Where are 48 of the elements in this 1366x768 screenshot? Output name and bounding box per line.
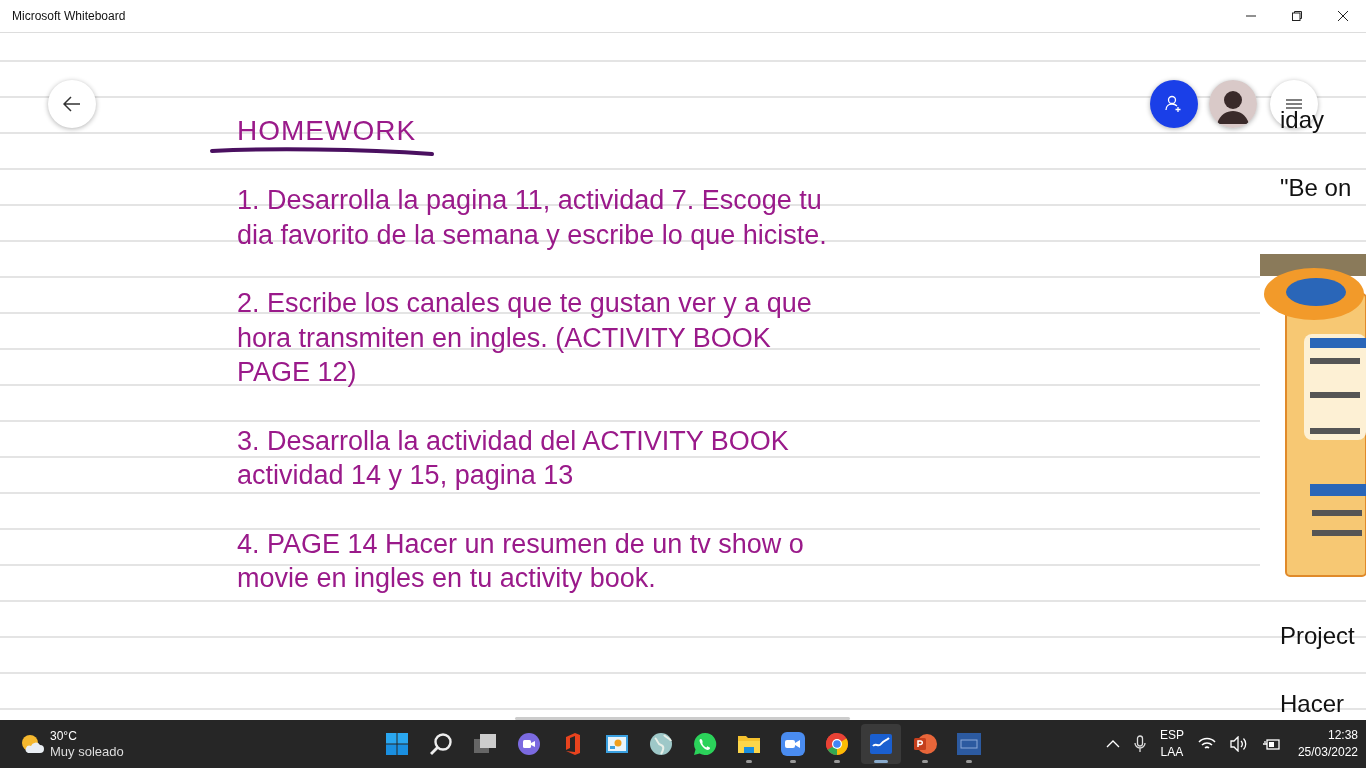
handwritten-text: Hacer xyxy=(1280,690,1345,718)
handwritten-text: Project xyxy=(1280,622,1355,650)
chevron-up-icon[interactable] xyxy=(1105,739,1120,749)
globe-icon xyxy=(649,732,673,756)
close-icon xyxy=(1337,10,1349,22)
task-view-icon xyxy=(473,732,497,756)
running-indicator xyxy=(834,760,840,763)
back-arrow-icon xyxy=(63,96,81,112)
handwritten-text: iday xyxy=(1280,106,1325,134)
browser-icon xyxy=(825,732,849,756)
slides-icon xyxy=(913,732,937,756)
battery-icon[interactable] xyxy=(1261,737,1280,751)
running-indicator xyxy=(746,760,752,763)
clock[interactable]: 12:38 25/03/2022 xyxy=(1297,727,1358,761)
wifi-icon[interactable] xyxy=(1197,737,1216,751)
handwritten-text: 2. Escribe los canales que te gustan ver y a que hora transmiten en ingles. (ACTIVITY BOOK PAGE 12) xyxy=(237,287,813,389)
presentation-icon xyxy=(605,732,629,756)
weather-icon[interactable] xyxy=(20,733,44,755)
invite-button[interactable] xyxy=(1150,80,1198,128)
avatar-button[interactable] xyxy=(1209,80,1257,128)
handwritten-text: "Be on xyxy=(1280,174,1352,202)
window-title: Microsoft Whiteboard xyxy=(12,9,126,23)
video-chat-icon xyxy=(517,732,541,756)
menu-icon xyxy=(1286,98,1302,110)
search-icon xyxy=(429,732,453,756)
running-indicator xyxy=(790,760,796,763)
handwritten-text: 1. Desarrolla la pagina 11, actividad 7. Escoge tu dia favorito de la semana y escribe lo que hiciste. xyxy=(237,184,827,252)
speaker-icon[interactable] xyxy=(1229,736,1248,752)
windows-icon xyxy=(385,732,409,756)
language-indicator[interactable]: ESP LAA xyxy=(1159,727,1184,761)
running-indicator xyxy=(966,760,972,763)
running-indicator xyxy=(874,760,888,763)
handwritten-text: 4. PAGE 14 Hacer un resumen de un tv show o movie en ingles en tu activity book. xyxy=(237,527,805,595)
handwritten-text: 3. Desarrolla la actividad del ACTIVITY BOOK actividad 14 y 15, pagina 13 xyxy=(237,424,790,492)
video-camera-icon xyxy=(781,732,805,756)
restore-icon xyxy=(1291,10,1303,22)
microphone-icon[interactable] xyxy=(1133,735,1146,753)
taskbar-app-button[interactable] xyxy=(861,724,901,764)
phone-chat-icon xyxy=(693,732,717,756)
back-button[interactable] xyxy=(48,80,96,128)
add-person-icon xyxy=(1165,95,1183,113)
avatar-icon xyxy=(1209,80,1257,128)
running-indicator xyxy=(922,760,928,763)
handwritten-heading: HOMEWORK xyxy=(237,114,418,148)
app-tile-icon xyxy=(957,732,981,756)
temperature: 30°C xyxy=(50,728,78,744)
weather-condition: Muy soleado xyxy=(50,744,124,760)
whiteboard-icon xyxy=(869,732,893,756)
